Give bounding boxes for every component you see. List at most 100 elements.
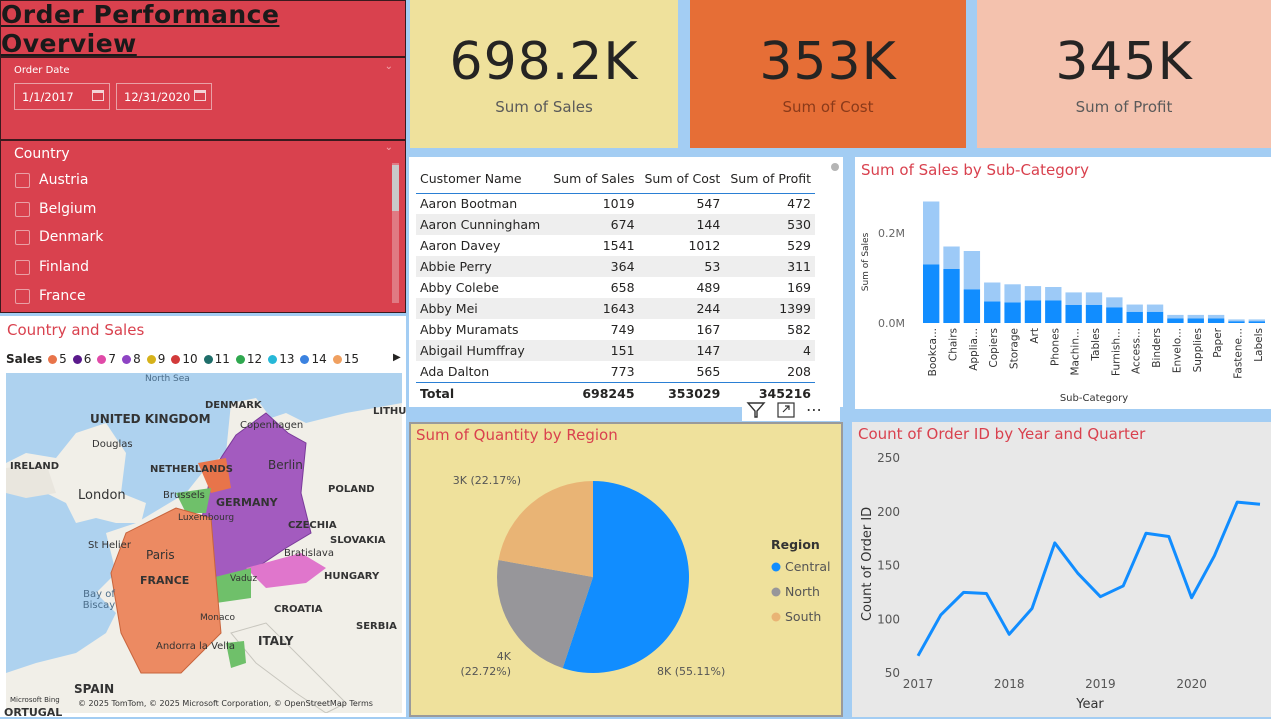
- legend-item[interactable]: 9: [146, 352, 165, 366]
- legend-item[interactable]: 11: [203, 352, 230, 366]
- bar[interactable]: [1146, 311, 1164, 323]
- focus-mode-icon[interactable]: [776, 401, 796, 419]
- map-place-label: CZECHIA: [288, 520, 337, 531]
- legend-next-icon[interactable]: ▶: [393, 352, 401, 363]
- table-row[interactable]: Aaron Cunningham 674 144 530: [416, 214, 815, 235]
- table-row[interactable]: Abigail Humffray 151 147 4: [416, 340, 815, 361]
- legend-item[interactable]: 10: [171, 352, 198, 366]
- legend-item[interactable]: 12: [235, 352, 262, 366]
- bar[interactable]: [1065, 292, 1082, 305]
- table-row[interactable]: Ada Dalton 773 565 208: [416, 361, 815, 382]
- bar[interactable]: [1167, 314, 1184, 319]
- country-option[interactable]: Finland: [15, 259, 89, 275]
- legend-label[interactable]: South: [785, 609, 821, 624]
- table-row[interactable]: Abby Muramats 749 167 582: [416, 319, 815, 340]
- legend-item[interactable]: 14: [300, 352, 327, 366]
- bar[interactable]: [1126, 304, 1143, 312]
- bar[interactable]: [1045, 287, 1062, 301]
- legend-item[interactable]: 15: [332, 352, 360, 366]
- bar[interactable]: [1106, 307, 1123, 323]
- bar[interactable]: [1228, 319, 1245, 322]
- kpi-card-sales[interactable]: 698.2K Sum of Sales: [410, 0, 678, 148]
- bar[interactable]: [943, 246, 960, 270]
- bar[interactable]: [963, 289, 981, 323]
- legend-label[interactable]: Central: [785, 559, 831, 574]
- legend-item[interactable]: 6: [72, 352, 91, 366]
- bar[interactable]: [1187, 318, 1204, 324]
- bar[interactable]: [1146, 304, 1164, 312]
- chevron-down-icon[interactable]: ⌄: [385, 142, 393, 153]
- data-label: 8K (55.11%): [657, 665, 725, 678]
- bar[interactable]: [1207, 314, 1225, 319]
- table-cell: 311: [724, 256, 815, 277]
- bar[interactable]: [943, 269, 960, 323]
- scroll-indicator[interactable]: [831, 163, 839, 171]
- bar[interactable]: [1004, 284, 1021, 303]
- start-date-input[interactable]: 1/1/2017: [14, 83, 110, 110]
- x-tick-label: Phones: [1049, 328, 1061, 366]
- legend-label: 15: [343, 352, 360, 366]
- column-header[interactable]: Sum of Sales: [547, 165, 639, 194]
- bar[interactable]: [1085, 292, 1103, 305]
- bar[interactable]: [1004, 302, 1021, 323]
- legend-label[interactable]: North: [785, 584, 820, 599]
- bar[interactable]: [1248, 321, 1265, 323]
- bar[interactable]: [1024, 286, 1042, 301]
- bar[interactable]: [963, 251, 981, 290]
- calendar-icon[interactable]: [92, 90, 104, 101]
- table-row[interactable]: Abby Mei 1643 244 1399: [416, 298, 815, 319]
- kpi-card-cost[interactable]: 353K Sum of Cost: [690, 0, 966, 148]
- legend-item[interactable]: 7: [97, 352, 116, 366]
- calendar-icon[interactable]: [194, 90, 206, 101]
- bar[interactable]: [984, 282, 1001, 302]
- filter-icon[interactable]: [746, 401, 766, 419]
- pie-chart-canvas[interactable]: 8K (55.11%) 4K (22.72%) 3K (22.17%) Region Ce…: [411, 424, 841, 715]
- bar[interactable]: [1024, 300, 1042, 324]
- map-place-label: Bratislava: [284, 548, 334, 559]
- checkbox[interactable]: [15, 229, 30, 245]
- column-header[interactable]: Customer Name: [416, 165, 548, 194]
- country-option[interactable]: Belgium: [15, 201, 96, 217]
- more-options-icon[interactable]: ⋯: [806, 402, 822, 418]
- legend-item[interactable]: 13: [268, 352, 294, 366]
- bar[interactable]: [923, 201, 940, 265]
- legend-item[interactable]: 5: [48, 352, 67, 366]
- column-header[interactable]: Sum of Cost: [638, 165, 725, 194]
- bar-chart-canvas[interactable]: 0.0M 0.2M Sum of Sales Sub-Category Bookca..…: [855, 157, 1271, 409]
- table-row[interactable]: Abbie Perry 364 53 311: [416, 256, 815, 277]
- scrollbar-thumb[interactable]: [392, 165, 399, 211]
- legend-item[interactable]: 8: [122, 352, 141, 366]
- bar[interactable]: [1167, 318, 1184, 324]
- table-cell: 144: [638, 214, 725, 235]
- bar[interactable]: [1228, 321, 1245, 323]
- country-option[interactable]: Austria: [15, 172, 88, 188]
- checkbox[interactable]: [15, 259, 30, 275]
- kpi-card-profit[interactable]: 345K Sum of Profit: [977, 0, 1271, 148]
- bar[interactable]: [1126, 311, 1143, 323]
- bar[interactable]: [1248, 319, 1265, 322]
- map-place-label: GERMANY: [216, 496, 278, 509]
- bar[interactable]: [1187, 314, 1204, 319]
- table-row[interactable]: Aaron Bootman 1019 547 472: [416, 193, 815, 214]
- series-line[interactable]: [916, 500, 1261, 657]
- table-row[interactable]: Abby Colebe 658 489 169: [416, 277, 815, 298]
- bar[interactable]: [1207, 318, 1225, 324]
- bar[interactable]: [984, 301, 1001, 323]
- bar[interactable]: [1085, 305, 1103, 323]
- checkbox[interactable]: [15, 288, 30, 304]
- checkbox[interactable]: [15, 172, 30, 188]
- bar[interactable]: [1106, 297, 1123, 308]
- end-date-input[interactable]: 12/31/2020: [116, 83, 212, 110]
- bar[interactable]: [923, 264, 940, 324]
- bar[interactable]: [1045, 300, 1062, 324]
- legend-label: 11: [214, 352, 230, 366]
- country-option[interactable]: Denmark: [15, 229, 103, 245]
- chevron-down-icon[interactable]: ⌄: [385, 61, 393, 72]
- bar[interactable]: [1065, 305, 1082, 323]
- column-header[interactable]: Sum of Profit: [724, 165, 815, 194]
- country-option[interactable]: France: [15, 288, 86, 304]
- checkbox[interactable]: [15, 201, 30, 217]
- line-chart-canvas[interactable]: 501001502002502017 2018 2019 2020Count of O…: [852, 422, 1271, 717]
- table-row[interactable]: Aaron Davey 1541 1012 529: [416, 235, 815, 256]
- quantity-by-region-chart: Sum of Quantity by Region 8K (55.11%) 4K(…: [409, 422, 843, 717]
